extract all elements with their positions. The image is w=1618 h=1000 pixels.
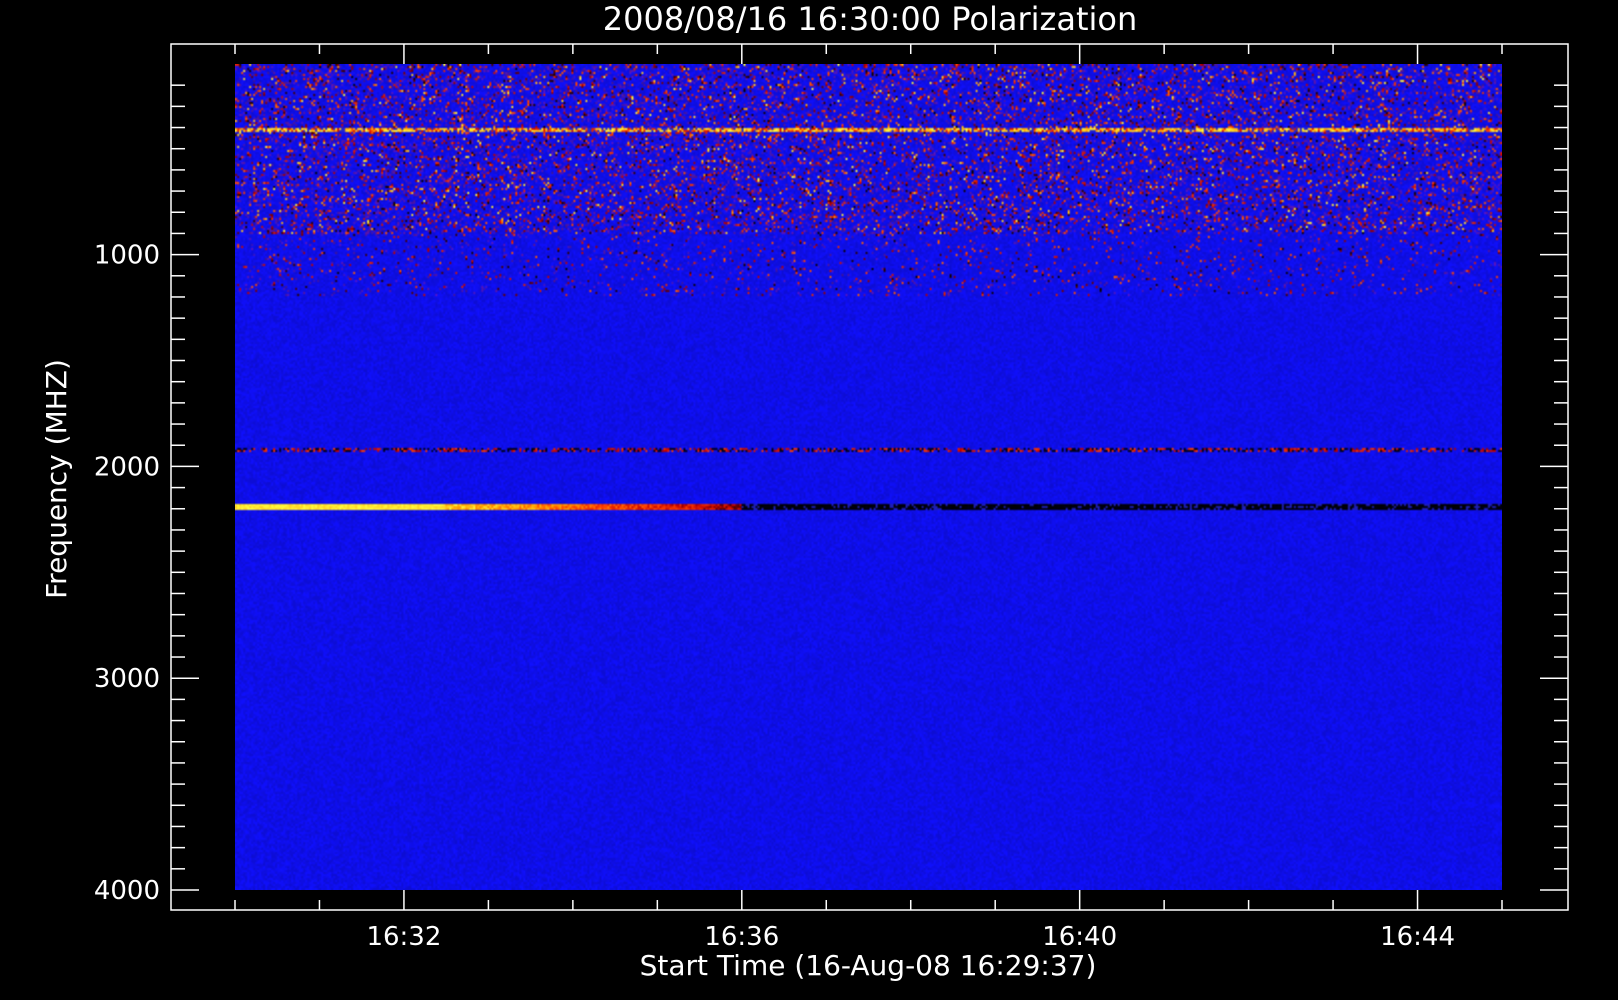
y-tick-label: 3000 <box>94 664 160 694</box>
x-tick-label: 16:32 <box>366 922 441 952</box>
x-tick-label: 16:44 <box>1380 922 1455 952</box>
heatmap-image <box>235 64 1502 890</box>
x-tick-label: 16:36 <box>704 922 779 952</box>
y-tick-label: 2000 <box>94 452 160 482</box>
spectrogram-chart: 2008/08/16 16:30:00 Polarization 16:32 16… <box>0 0 1618 1000</box>
y-tick-label: 1000 <box>94 241 160 271</box>
y-axis-label: Frequency (MHZ) <box>40 359 73 599</box>
x-tick-label: 16:40 <box>1042 922 1117 952</box>
y-tick-label: 4000 <box>94 876 160 906</box>
x-axis-label: Start Time (16-Aug-08 16:29:37) <box>640 949 1097 982</box>
chart-title: 2008/08/16 16:30:00 Polarization <box>603 0 1137 38</box>
